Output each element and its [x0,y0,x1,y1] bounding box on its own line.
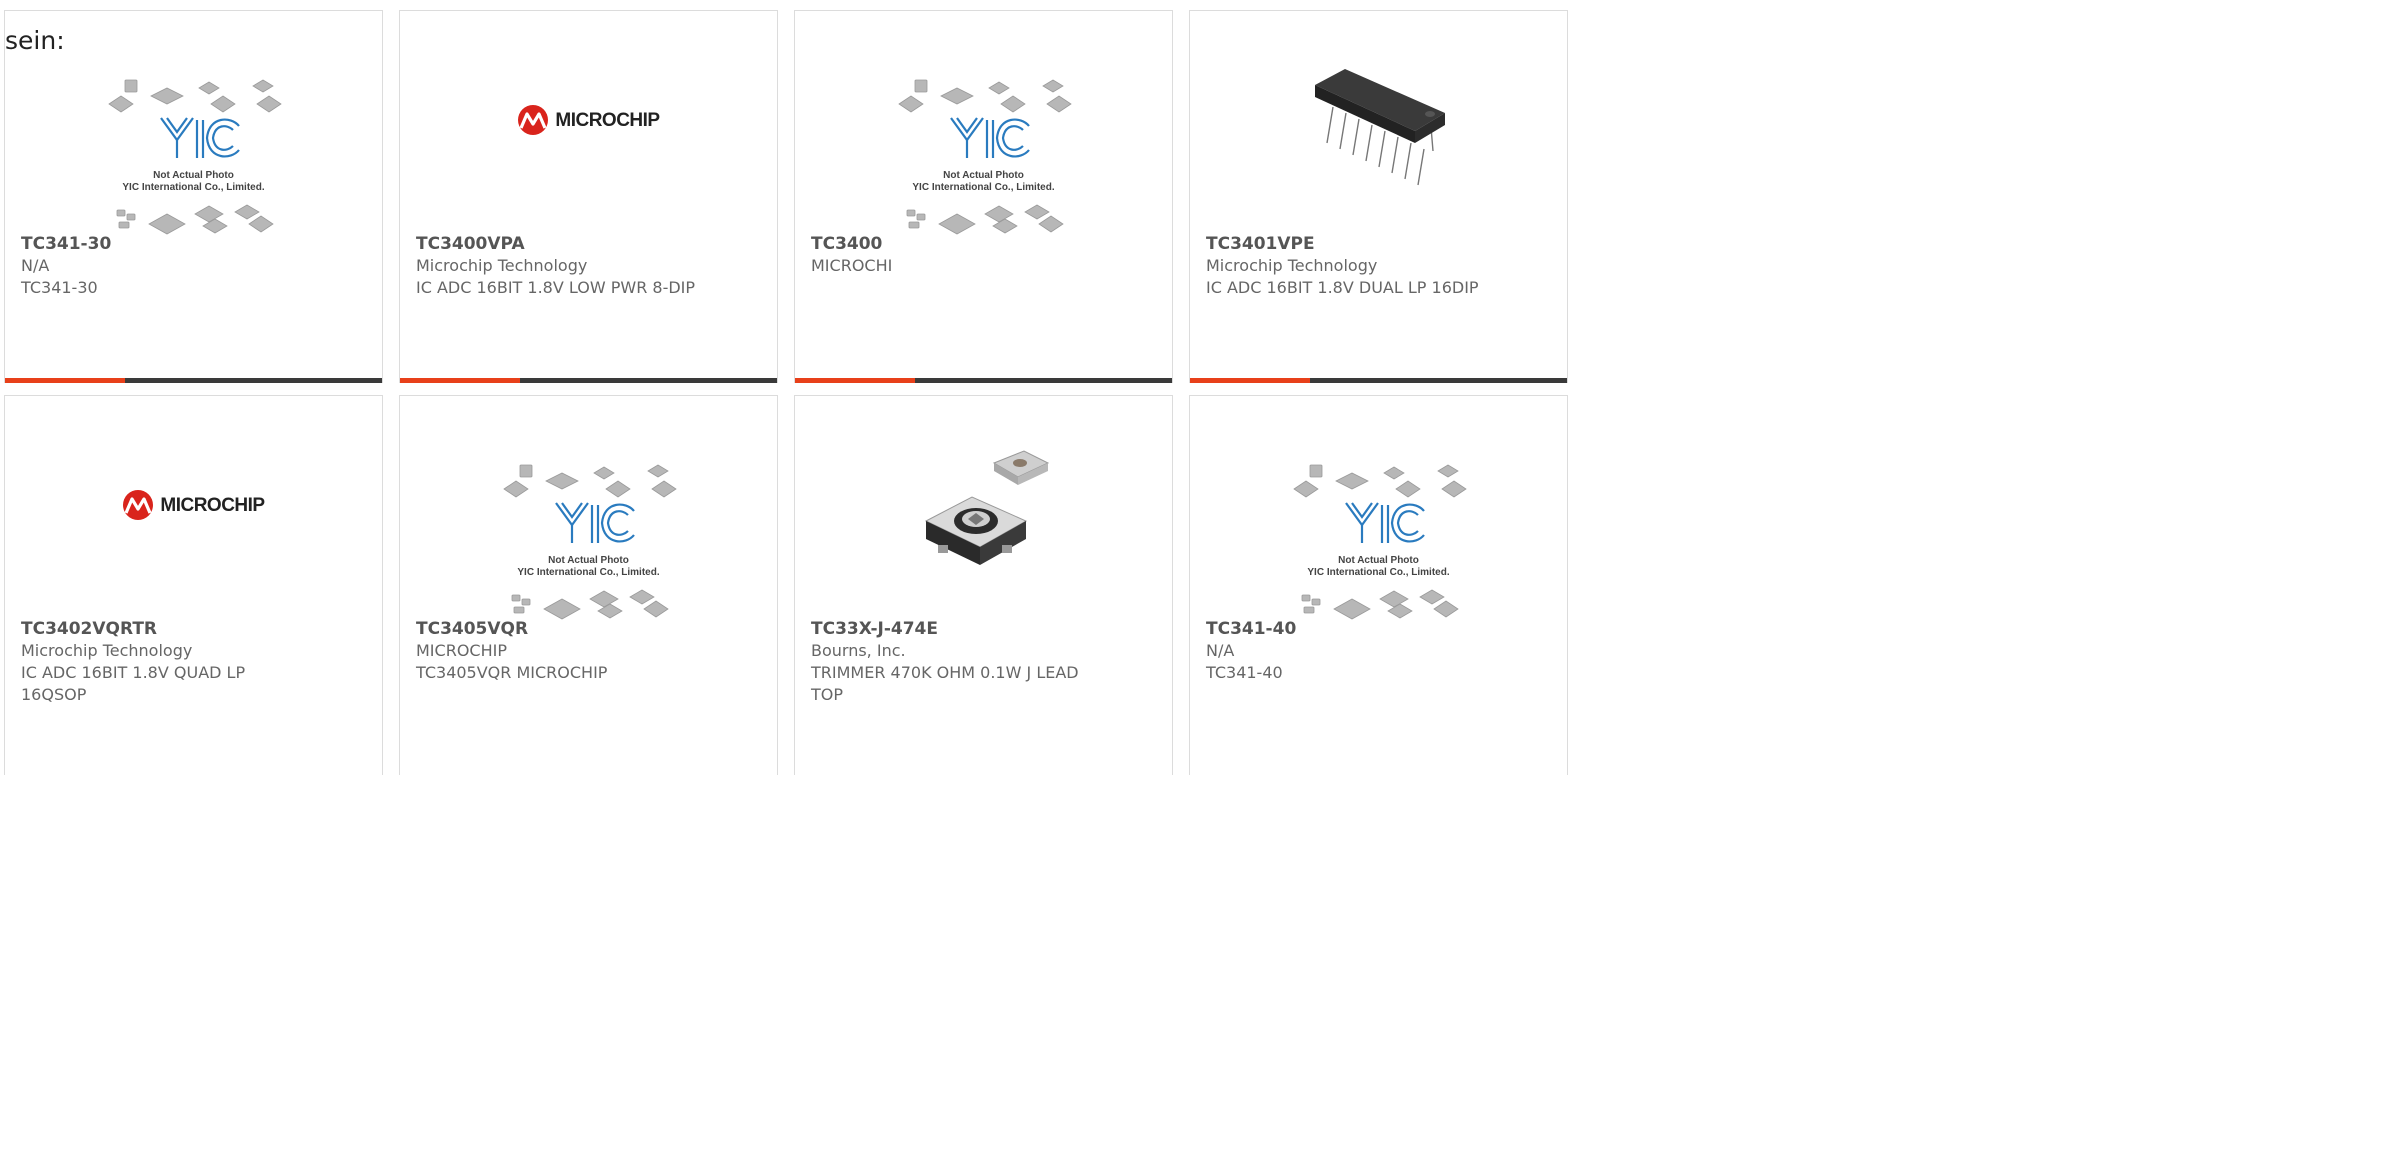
part-number-link[interactable]: TC341-40 [1206,618,1496,640]
microchip-logo: MICROCHIP [517,104,660,138]
yic-placeholder-image: Not Actual Photo YIC International Co., … [99,74,289,244]
placeholder-line-2: YIC International Co., Limited. [1307,567,1450,578]
part-number-link[interactable]: TC3402VQRTR [21,618,311,640]
trimmer-photo [914,441,1054,581]
placeholder-line-1: Not Actual Photo [943,170,1024,181]
product-card[interactable]: Not Actual Photo YIC International Co., … [1189,395,1568,775]
yic-placeholder-image: Not Actual Photo YIC International Co., … [494,459,684,629]
placeholder-line-1: Not Actual Photo [153,170,234,181]
placeholder-line-1: Not Actual Photo [548,555,629,566]
product-card[interactable]: Not Actual Photo YIC International Co., … [794,10,1173,383]
part-number-link[interactable]: TC3401VPE [1206,233,1496,255]
card-bottom-bar [795,378,1172,383]
brand-logo-text: MICROCHIP [160,495,265,516]
manufacturer: Microchip Technology [1206,256,1378,275]
dip-chip-photo [1309,51,1449,191]
description: TC3405VQR MICROCHIP [416,663,608,682]
microchip-logo: MICROCHIP [122,489,265,523]
part-number-link[interactable]: TC3400VPA [416,233,706,255]
placeholder-line-2: YIC International Co., Limited. [517,567,660,578]
placeholder-line-1: Not Actual Photo [1338,555,1419,566]
product-card[interactable]: TC33X-J-474E Bourns, Inc. TRIMMER 470K O… [794,395,1173,775]
product-card[interactable]: MICROCHIP TC3402VQRTR Microchip Technolo… [4,395,383,775]
yic-placeholder-image: Not Actual Photo YIC International Co., … [889,74,1079,244]
placeholder-line-2: YIC International Co., Limited. [122,182,265,193]
description: TRIMMER 470K OHM 0.1W J LEAD TOP [811,663,1079,704]
description: IC ADC 16BIT 1.8V DUAL LP 16DIP [1206,278,1479,297]
product-card[interactable]: TC3401VPE Microchip Technology IC ADC 16… [1189,10,1568,383]
card-bottom-bar [5,378,382,383]
manufacturer: N/A [1206,641,1235,660]
intro-text: sein: [5,26,65,55]
manufacturer: N/A [21,256,50,275]
card-bottom-bar [400,378,777,383]
part-number-link[interactable]: TC33X-J-474E [811,618,1101,640]
description: TC341-30 [21,278,98,297]
manufacturer: MICROCHIP [416,641,507,660]
product-card[interactable]: MICROCHIP TC3400VPA Microchip Technology… [399,10,778,383]
brand-logo-text: MICROCHIP [555,110,660,131]
product-card[interactable]: Not Actual Photo YIC International Co., … [4,10,383,383]
manufacturer: Microchip Technology [21,641,193,660]
part-number-link[interactable]: TC3400 [811,233,1101,255]
part-number-link[interactable]: TC341-30 [21,233,311,255]
description: IC ADC 16BIT 1.8V LOW PWR 8-DIP [416,278,696,297]
part-number-link[interactable]: TC3405VQR [416,618,706,640]
manufacturer: Microchip Technology [416,256,588,275]
manufacturer: MICROCHI [811,256,893,275]
yic-placeholder-image: Not Actual Photo YIC International Co., … [1284,459,1474,629]
manufacturer: Bourns, Inc. [811,641,906,660]
placeholder-line-2: YIC International Co., Limited. [912,182,1055,193]
description: TC341-40 [1206,663,1283,682]
product-card[interactable]: Not Actual Photo YIC International Co., … [399,395,778,775]
description: IC ADC 16BIT 1.8V QUAD LP 16QSOP [21,663,246,704]
card-bottom-bar [1190,378,1567,383]
